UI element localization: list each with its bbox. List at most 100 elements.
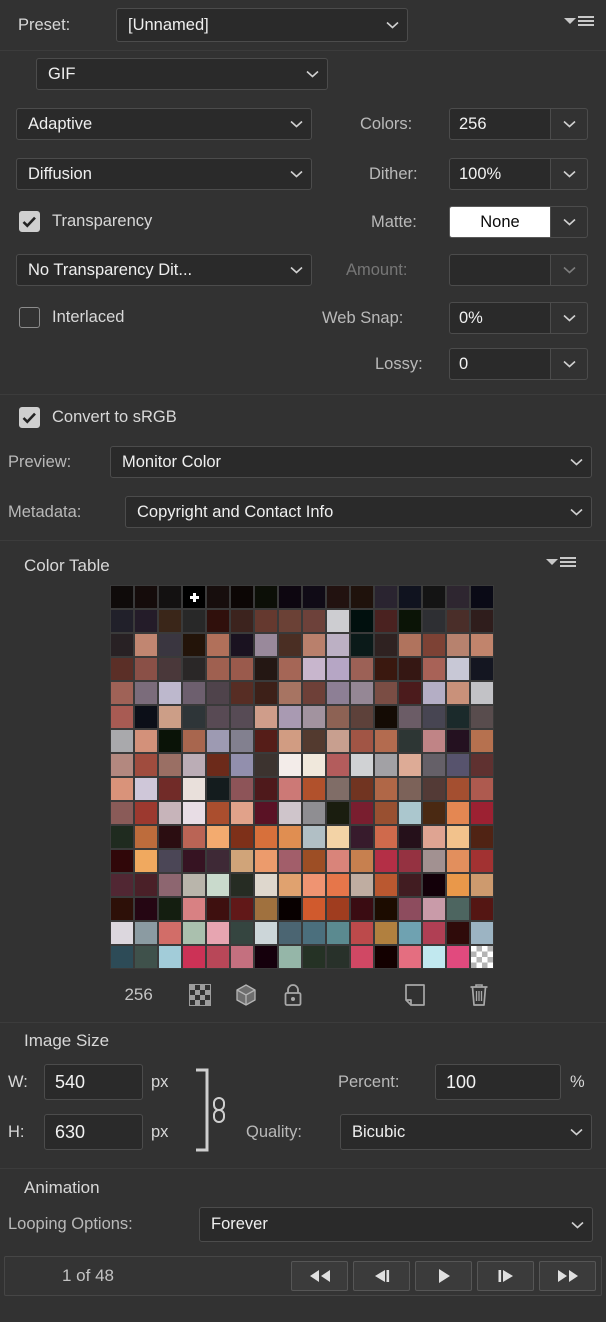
color-swatch[interactable]: [110, 585, 134, 609]
lossy-dropdown-button[interactable]: [550, 348, 588, 380]
step-backward-button[interactable]: [353, 1261, 410, 1291]
color-swatch[interactable]: [182, 777, 206, 801]
color-swatch[interactable]: [470, 585, 494, 609]
color-swatch[interactable]: [446, 873, 470, 897]
constrain-proportions-toggle[interactable]: [190, 1064, 234, 1156]
color-swatch[interactable]: [302, 633, 326, 657]
color-swatch[interactable]: [254, 705, 278, 729]
preset-select[interactable]: [Unnamed]: [116, 8, 408, 42]
color-swatch[interactable]: [470, 777, 494, 801]
color-swatch[interactable]: [374, 849, 398, 873]
color-swatch[interactable]: [470, 753, 494, 777]
color-swatch[interactable]: [302, 921, 326, 945]
color-swatch[interactable]: [134, 753, 158, 777]
color-swatch[interactable]: [446, 849, 470, 873]
color-swatch[interactable]: [182, 633, 206, 657]
color-swatch[interactable]: [398, 897, 422, 921]
color-swatch[interactable]: [158, 729, 182, 753]
web-snap-field[interactable]: 0%: [449, 302, 588, 334]
color-swatch[interactable]: [350, 921, 374, 945]
web-snap-input[interactable]: 0%: [449, 302, 550, 334]
color-swatch[interactable]: [374, 609, 398, 633]
color-swatch[interactable]: [134, 657, 158, 681]
color-swatch[interactable]: [206, 657, 230, 681]
color-swatch[interactable]: [254, 825, 278, 849]
color-swatch[interactable]: [326, 777, 350, 801]
color-swatch[interactable]: [158, 609, 182, 633]
color-swatch[interactable]: [374, 753, 398, 777]
color-swatch[interactable]: [470, 681, 494, 705]
color-swatch[interactable]: [134, 705, 158, 729]
color-swatch[interactable]: [326, 729, 350, 753]
color-swatch[interactable]: [206, 945, 230, 969]
color-swatch[interactable]: [398, 609, 422, 633]
colors-field[interactable]: 256: [449, 108, 588, 140]
color-swatch[interactable]: [206, 681, 230, 705]
color-swatch[interactable]: [182, 873, 206, 897]
color-swatch[interactable]: [446, 897, 470, 921]
step-forward-button[interactable]: [477, 1261, 534, 1291]
color-swatch[interactable]: [422, 945, 446, 969]
color-swatch[interactable]: [110, 777, 134, 801]
dither-amount-field[interactable]: 100%: [449, 158, 588, 190]
color-swatch[interactable]: [230, 801, 254, 825]
color-swatch[interactable]: [110, 873, 134, 897]
color-swatch[interactable]: [110, 945, 134, 969]
color-swatch[interactable]: [254, 657, 278, 681]
color-swatch[interactable]: [254, 873, 278, 897]
color-swatch[interactable]: [134, 873, 158, 897]
color-swatch[interactable]: [398, 729, 422, 753]
color-swatch[interactable]: [470, 729, 494, 753]
color-swatch[interactable]: [422, 657, 446, 681]
color-swatch[interactable]: [350, 729, 374, 753]
color-swatch[interactable]: [278, 945, 302, 969]
color-swatch[interactable]: [374, 705, 398, 729]
color-swatch[interactable]: [206, 873, 230, 897]
color-swatch[interactable]: [326, 681, 350, 705]
color-swatch[interactable]: [110, 825, 134, 849]
color-swatch[interactable]: [230, 921, 254, 945]
transparency-checkbox-row[interactable]: Transparency: [19, 211, 152, 232]
color-swatch[interactable]: [230, 873, 254, 897]
color-swatch[interactable]: [398, 945, 422, 969]
color-swatch[interactable]: [374, 657, 398, 681]
color-swatch[interactable]: [350, 705, 374, 729]
color-swatch[interactable]: [302, 681, 326, 705]
color-swatch[interactable]: [398, 585, 422, 609]
color-swatch[interactable]: [398, 777, 422, 801]
color-swatch[interactable]: [422, 633, 446, 657]
color-swatch[interactable]: [110, 705, 134, 729]
color-swatch[interactable]: [278, 921, 302, 945]
color-swatch[interactable]: [278, 681, 302, 705]
color-swatch[interactable]: [230, 945, 254, 969]
color-swatch[interactable]: [134, 777, 158, 801]
color-swatch[interactable]: [350, 945, 374, 969]
color-swatch[interactable]: [326, 609, 350, 633]
color-swatch[interactable]: [302, 873, 326, 897]
color-swatch[interactable]: [182, 849, 206, 873]
color-swatch[interactable]: [446, 729, 470, 753]
percent-input[interactable]: 100: [435, 1064, 561, 1100]
preview-select[interactable]: Monitor Color: [110, 446, 592, 478]
color-swatch[interactable]: [278, 705, 302, 729]
color-swatch[interactable]: [158, 801, 182, 825]
color-table-swatch-grid[interactable]: [110, 585, 494, 969]
color-swatch[interactable]: [446, 681, 470, 705]
color-swatch[interactable]: [278, 585, 302, 609]
color-swatch[interactable]: [302, 705, 326, 729]
height-input[interactable]: 630: [44, 1114, 143, 1150]
color-swatch[interactable]: [134, 633, 158, 657]
color-swatch[interactable]: [182, 753, 206, 777]
color-swatch[interactable]: [158, 585, 182, 609]
color-swatch[interactable]: [158, 945, 182, 969]
color-swatch[interactable]: [398, 657, 422, 681]
color-swatch[interactable]: [278, 801, 302, 825]
color-swatch[interactable]: [470, 945, 494, 969]
color-swatch[interactable]: [422, 873, 446, 897]
color-swatch[interactable]: [326, 921, 350, 945]
color-swatch[interactable]: [302, 897, 326, 921]
color-swatch[interactable]: [182, 729, 206, 753]
lock-icon[interactable]: [278, 978, 308, 1012]
transparency-checkbox[interactable]: [19, 211, 40, 232]
color-swatch[interactable]: [470, 873, 494, 897]
